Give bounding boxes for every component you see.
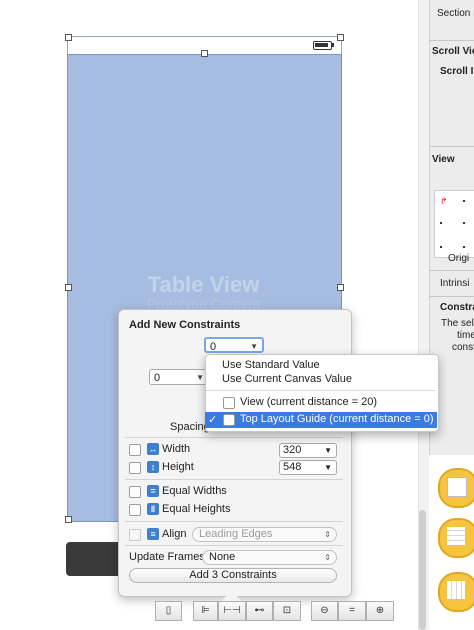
popover-divider: [125, 521, 343, 522]
popover-title: Add New Constraints: [129, 319, 241, 331]
spacing-label: Spacing: [170, 421, 210, 433]
menu-item-canvas-value[interactable]: Use Current Canvas Value: [222, 373, 352, 385]
origin-dot: [463, 200, 465, 202]
chevron-down-icon: ▼: [324, 463, 332, 472]
align-label: Align: [162, 528, 187, 540]
equal-widths-checkbox[interactable]: [129, 486, 141, 498]
chevron-updown-icon: ⇕: [324, 530, 331, 539]
equal-heights-icon: ‖: [147, 503, 159, 515]
popover-divider: [125, 437, 343, 438]
align-icon: ≡: [147, 528, 159, 540]
height-label: Height: [162, 461, 194, 473]
chevron-down-icon: ▼: [196, 373, 204, 382]
equal-widths-icon: =: [147, 485, 159, 497]
menu-item-standard-value[interactable]: Use Standard Value: [222, 359, 320, 371]
inspector-divider: [429, 146, 474, 147]
pin-icon[interactable]: ⊢⊣: [218, 601, 246, 621]
resolve-icon[interactable]: ⊷: [246, 601, 273, 621]
view-icon: [223, 397, 235, 409]
equal-heights-label: Equal Heights: [162, 503, 231, 515]
align-select[interactable]: Leading Edges ⇕: [192, 527, 337, 542]
menu-item-view[interactable]: View (current distance = 20): [240, 396, 377, 408]
height-value-field[interactable]: 548 ▼: [279, 460, 337, 475]
popover-divider: [125, 545, 343, 546]
constraints-description: The sele: [441, 318, 474, 329]
constraints-description: const: [452, 342, 474, 353]
origin-arrow-icon: ↱: [440, 196, 448, 206]
resize-handle-bottom-left[interactable]: [65, 516, 72, 523]
device-icon[interactable]: ▯: [155, 601, 182, 621]
view-icon: [447, 477, 467, 497]
origin-dot: [440, 222, 442, 224]
align-select-value: Leading Edges: [199, 528, 273, 540]
scrollbar-thumb[interactable]: [419, 510, 426, 630]
section-header-label: Section H: [437, 8, 474, 19]
left-spacing-value: 0: [154, 372, 161, 384]
align-icon[interactable]: ⊫: [193, 601, 218, 621]
update-frames-select[interactable]: None ⇕: [202, 550, 337, 565]
origin-label: Origi: [448, 253, 470, 264]
popover-divider: [125, 479, 343, 480]
collection-view-icon: [447, 581, 465, 599]
resize-handle-top[interactable]: [201, 50, 208, 57]
checkmark-icon: ✓: [208, 414, 218, 426]
inspector-divider: [429, 296, 474, 297]
height-checkbox[interactable]: [129, 462, 141, 474]
menu-item-top-layout-guide[interactable]: Top Layout Guide (current distance = 0): [240, 413, 434, 425]
update-frames-label: Update Frames: [129, 551, 205, 563]
width-value-field[interactable]: 320 ▼: [279, 443, 337, 458]
scroll-indicators-label: Scroll In: [440, 66, 474, 77]
table-view-icon: [447, 527, 465, 545]
resize-handle-top-left[interactable]: [65, 34, 72, 41]
resizing-icon[interactable]: ⊡: [273, 601, 301, 621]
menu-separator: [206, 390, 436, 391]
origin-dot: [440, 246, 442, 248]
chevron-down-icon: ▼: [250, 342, 258, 351]
equal-widths-label: Equal Widths: [162, 485, 227, 497]
width-constraint-icon: ↔: [147, 443, 159, 455]
origin-dot: [463, 246, 465, 248]
update-frames-value: None: [209, 551, 236, 563]
top-spacing-value: 0: [210, 341, 217, 353]
width-value: 320: [283, 444, 302, 456]
width-label: Width: [162, 443, 191, 455]
intrinsic-size-label: Intrinsi: [440, 278, 470, 289]
top-spacing-field[interactable]: 0 ▼: [204, 337, 264, 353]
left-spacing-field[interactable]: 0 ▼: [149, 369, 209, 385]
view-heading: View: [432, 154, 455, 165]
align-checkbox[interactable]: [129, 529, 141, 541]
zoom-actual-icon[interactable]: =: [338, 601, 366, 621]
chevron-down-icon: ▼: [324, 446, 332, 455]
battery-tip: [332, 43, 334, 47]
battery-fill: [315, 43, 328, 47]
origin-dot: [463, 222, 465, 224]
height-constraint-icon: ↕: [147, 461, 159, 473]
scroll-view-heading: Scroll Vie: [432, 46, 474, 57]
constraints-heading: Constra: [440, 302, 474, 313]
zoom-in-icon[interactable]: ⊕: [366, 601, 394, 621]
equal-heights-checkbox[interactable]: [129, 504, 141, 516]
resize-handle-top-right[interactable]: [337, 34, 344, 41]
constraints-description: time: [457, 330, 474, 341]
scene-dock: [66, 542, 126, 576]
layout-guide-icon: [223, 414, 235, 426]
width-checkbox[interactable]: [129, 444, 141, 456]
table-view-label: Table View: [147, 272, 260, 297]
chevron-updown-icon: ⇕: [324, 553, 331, 562]
inspector-divider: [429, 40, 474, 41]
add-constraints-button[interactable]: Add 3 Constraints: [129, 568, 337, 583]
height-value: 548: [283, 461, 302, 473]
zoom-out-icon[interactable]: ⊖: [311, 601, 338, 621]
inspector-divider: [429, 270, 474, 271]
